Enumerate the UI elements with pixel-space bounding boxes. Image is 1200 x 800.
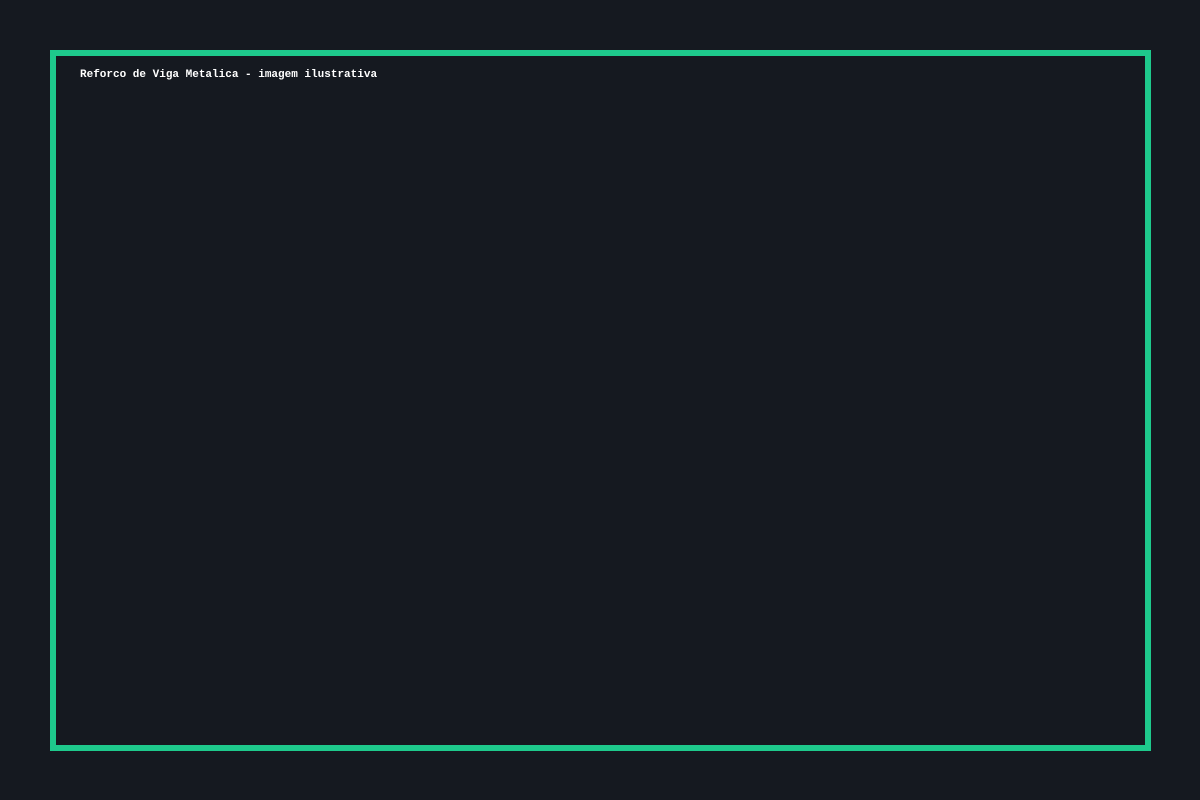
image-caption: Reforco de Viga Metalica - imagem ilustr…: [80, 69, 378, 81]
image-canvas: Reforco de Viga Metalica - imagem ilustr…: [0, 0, 1200, 800]
image-frame: Reforco de Viga Metalica - imagem ilustr…: [50, 50, 1151, 751]
